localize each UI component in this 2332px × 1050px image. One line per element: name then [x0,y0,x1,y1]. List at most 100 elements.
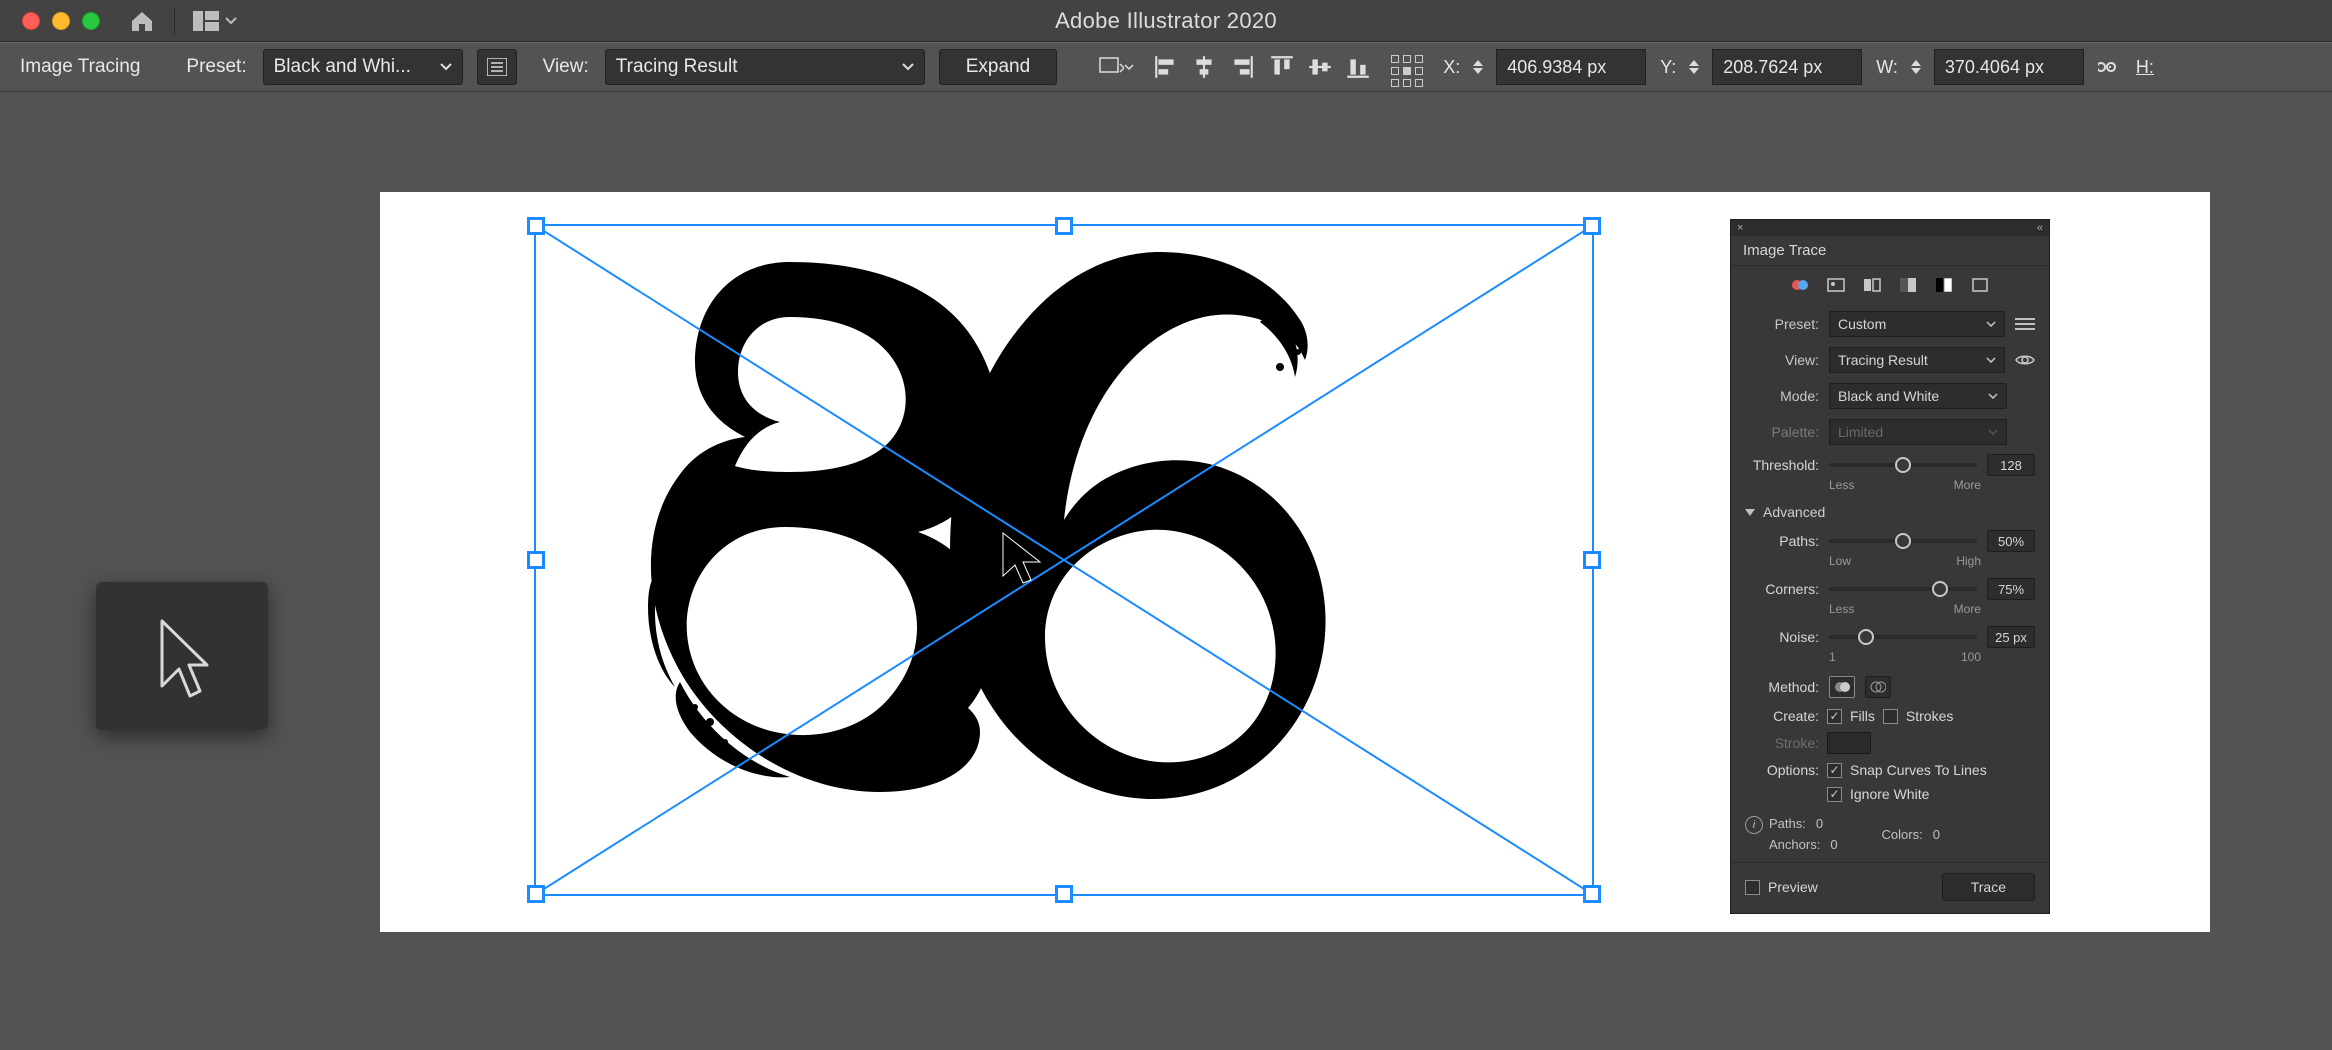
panel-topbar[interactable]: × « [1731,220,2049,236]
chevron-down-icon [1986,357,1996,363]
chevron-down-icon [440,63,452,71]
selection-bounding-box[interactable] [534,224,1594,896]
eye-icon[interactable] [2015,353,2035,367]
y-field-group: Y: 208.7624 px [1660,49,1862,85]
chevron-down-icon [1124,64,1134,71]
image-trace-panel-button[interactable] [477,49,517,85]
ignore-white-checkbox[interactable] [1827,787,1842,802]
x-field-group: X: 406.9384 px [1443,49,1646,85]
chevron-down-icon [1986,321,1996,327]
snap-curves-checkbox[interactable] [1827,763,1842,778]
divider [174,7,175,35]
snap-curves-label: Snap Curves To Lines [1850,762,1987,778]
corners-value[interactable]: 75% [1987,578,2035,600]
method-label: Method: [1745,679,1819,695]
noise-label: Noise: [1745,629,1819,645]
close-icon[interactable]: × [1737,222,1743,234]
align-bottom-icon[interactable] [1345,54,1371,80]
outline-icon[interactable] [1969,276,1991,294]
minimize-window-icon[interactable] [52,12,70,30]
w-field[interactable]: 370.4064 px [1934,49,2084,85]
view-dropdown[interactable]: Tracing Result [605,49,925,85]
align-vcenter-icon[interactable] [1307,54,1333,80]
reference-point[interactable] [1391,47,1423,87]
chevron-down-icon [1988,393,1998,399]
selection-tool-hint [96,582,268,730]
handle-bottom-middle[interactable] [1055,885,1073,903]
x-spinner[interactable] [1466,60,1490,74]
align-right-icon[interactable] [1229,54,1255,80]
mode-label: Mode: [1745,388,1819,404]
align-top-icon[interactable] [1269,54,1295,80]
preset-dropdown[interactable]: Black and Whi... [263,49,463,85]
palette-label: Palette: [1745,424,1819,440]
stroke-label: Stroke: [1745,735,1819,751]
w-label: W: [1876,57,1898,78]
low-color-icon[interactable] [1861,276,1883,294]
handle-middle-left[interactable] [527,551,545,569]
preview-label: Preview [1768,879,1818,895]
home-icon[interactable] [128,9,156,33]
expand-button[interactable]: Expand [939,49,1057,85]
constrain-proportions-icon[interactable] [2098,57,2122,77]
arrange-documents-button[interactable] [193,11,237,31]
bw-icon[interactable] [1933,276,1955,294]
method-overlapping-button[interactable] [1865,676,1891,698]
strokes-checkbox[interactable] [1883,709,1898,724]
create-label: Create: [1745,708,1819,724]
high-color-icon[interactable] [1825,276,1847,294]
view-label: View: [1745,352,1819,368]
preset-icon-row [1731,266,2049,306]
preview-checkbox[interactable] [1745,880,1760,895]
zoom-window-icon[interactable] [82,12,100,30]
y-label: Y: [1660,57,1676,78]
selection-tool-icon [147,611,217,701]
ignore-white-label: Ignore White [1850,786,1929,802]
canvas-stage[interactable]: × « Image Trace Preset: Custom View: Tra… [0,92,2332,1050]
cursor-icon [998,528,1048,588]
noise-slider[interactable] [1829,635,1977,639]
info-icon: i [1745,816,1763,834]
align-hcenter-icon[interactable] [1191,54,1217,80]
panel-title[interactable]: Image Trace [1731,236,2049,266]
paths-value[interactable]: 50% [1987,530,2035,552]
h-label: H: [2136,57,2154,78]
preset-menu-icon[interactable] [2015,318,2035,330]
handle-top-middle[interactable] [1055,217,1073,235]
chevron-down-icon [902,63,914,71]
close-window-icon[interactable] [22,12,40,30]
x-label: X: [1443,57,1460,78]
w-spinner[interactable] [1904,60,1928,74]
titlebar: Adobe Illustrator 2020 [0,0,2332,42]
x-field[interactable]: 406.9384 px [1496,49,1646,85]
shape-mode-button[interactable] [1093,49,1139,85]
handle-bottom-left[interactable] [527,885,545,903]
corners-label: Corners: [1745,581,1819,597]
mode-dropdown[interactable]: Black and White [1829,383,2007,409]
stroke-field [1827,732,1871,754]
align-left-icon[interactable] [1153,54,1179,80]
noise-value[interactable]: 25 px [1987,626,2035,648]
handle-bottom-right[interactable] [1583,885,1601,903]
handle-top-right[interactable] [1583,217,1601,235]
grayscale-icon[interactable] [1897,276,1919,294]
view-dropdown[interactable]: Tracing Result [1829,347,2005,373]
advanced-toggle[interactable]: Advanced [1731,498,2049,526]
options-label: Options: [1745,762,1819,778]
trace-button[interactable]: Trace [1942,873,2035,901]
paths-slider[interactable] [1829,539,1977,543]
collapse-icon[interactable]: « [2037,222,2043,234]
auto-color-icon[interactable] [1789,276,1811,294]
preset-value: Black and Whi... [274,56,411,78]
handle-middle-right[interactable] [1583,551,1601,569]
y-field[interactable]: 208.7624 px [1712,49,1862,85]
threshold-value[interactable]: 128 [1987,454,2035,476]
y-spinner[interactable] [1682,60,1706,74]
threshold-slider[interactable] [1829,463,1977,467]
handle-top-left[interactable] [527,217,545,235]
corners-slider[interactable] [1829,587,1977,591]
preset-dropdown[interactable]: Custom [1829,311,2005,337]
trace-info: i Paths:0 Anchors:0 Colors:0 [1731,806,2049,858]
method-abutting-button[interactable] [1829,676,1855,698]
fills-checkbox[interactable] [1827,709,1842,724]
